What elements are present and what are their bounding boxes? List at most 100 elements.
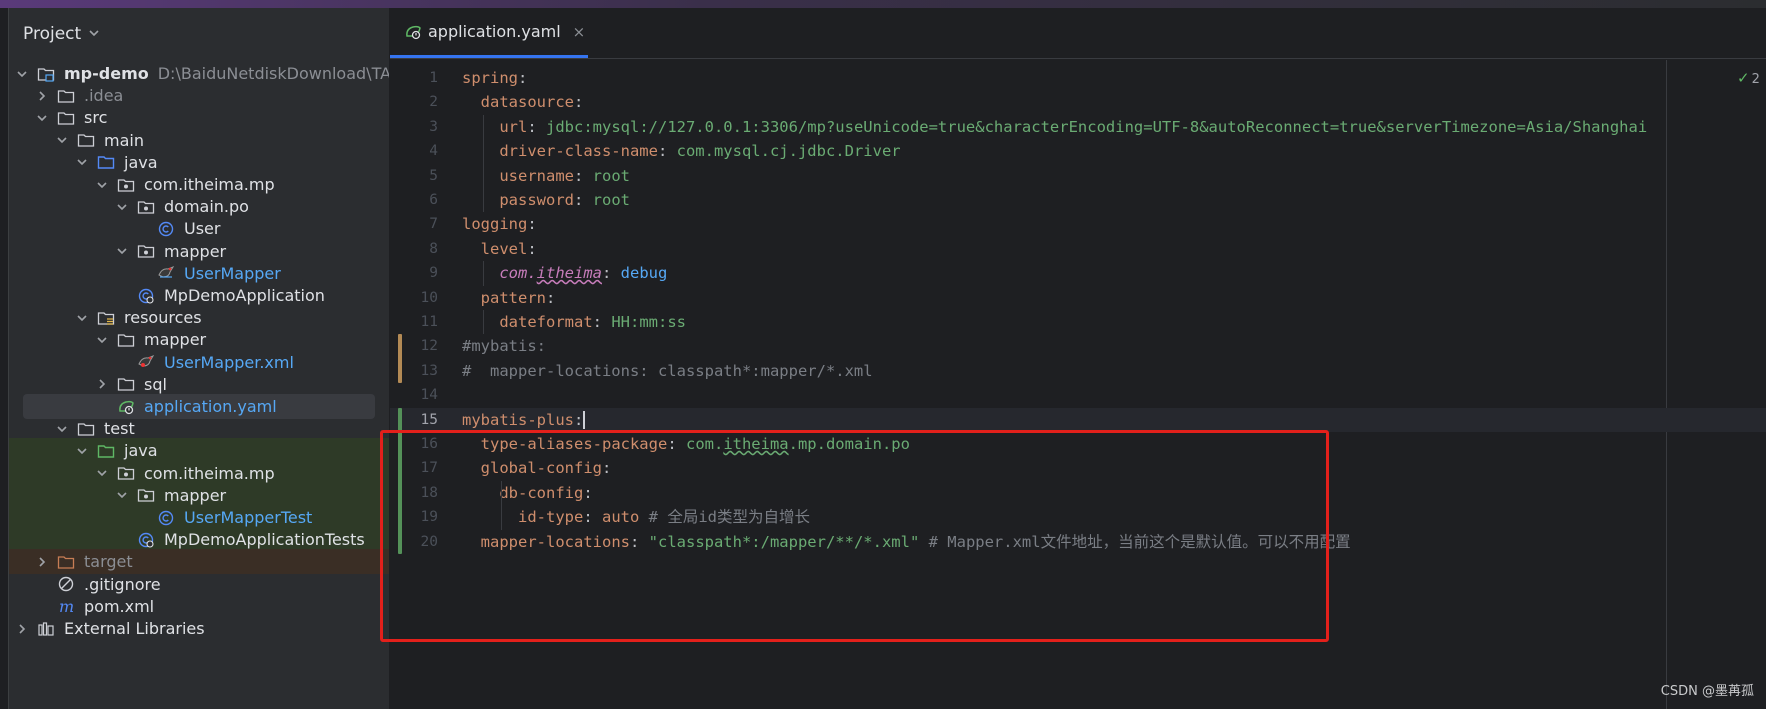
folder-icon [77, 132, 95, 148]
code-token: root [592, 166, 630, 185]
code-line[interactable]: level: [462, 237, 537, 261]
line-number: 5 [429, 167, 438, 184]
chevron-down-icon[interactable] [115, 244, 129, 258]
class-icon [157, 510, 175, 526]
vcs-change-marker[interactable] [398, 334, 402, 384]
chevron-right-icon[interactable] [35, 89, 49, 103]
code-token: driver-class-name [499, 142, 658, 161]
chevron-down-icon[interactable] [115, 200, 129, 214]
chevron-down-icon[interactable] [55, 133, 69, 147]
indent-guide [482, 310, 484, 335]
tree-item-label: target [84, 552, 133, 572]
code-token: level [480, 239, 528, 258]
tree-item-label: java [124, 441, 158, 461]
maven-icon: m [57, 598, 75, 614]
tree-item[interactable]: External Libraries [9, 616, 389, 641]
tree-item-label: mapper [164, 485, 227, 505]
code-token: datasource [480, 93, 574, 112]
line-number: 10 [420, 289, 438, 306]
chevron-down-icon[interactable] [75, 444, 89, 458]
highlight-box [380, 430, 1329, 642]
tree-item-label: MpDemoApplication [164, 286, 325, 305]
code-line[interactable]: mybatis-plus: [462, 408, 586, 432]
package-icon [117, 177, 135, 193]
spring-class-icon [137, 288, 155, 304]
tree-item-label: mapper [164, 241, 227, 261]
chevron-right-icon[interactable] [95, 377, 109, 391]
chevron-down-icon[interactable] [89, 27, 99, 41]
code-line[interactable]: # mapper-locations: classpath*:mapper/*.… [462, 359, 873, 383]
package-icon [137, 199, 155, 215]
chevron-down-icon[interactable] [15, 67, 29, 81]
chevron-down-icon[interactable] [55, 422, 69, 436]
code-line[interactable]: #mybatis: [462, 334, 546, 358]
source-folder-icon [97, 154, 115, 170]
code-token: root [592, 191, 630, 209]
mybatis-xml-icon [137, 354, 155, 370]
code-token: url [499, 117, 528, 136]
tree-item[interactable]: mp-demo D:\BaiduNetdiskDownload\TAG [9, 61, 389, 86]
tree-item-label: External Libraries [64, 619, 205, 638]
chevron-right-icon[interactable] [35, 555, 49, 569]
code-line[interactable]: dateformat: HH:mm:ss [462, 310, 686, 334]
chevron-down-icon[interactable] [35, 111, 49, 125]
package-icon [137, 487, 155, 503]
code-line[interactable]: datasource: [462, 90, 584, 114]
code-token: : [573, 166, 593, 185]
code-token: : [574, 93, 584, 112]
tree-item-label: UserMapper [184, 263, 281, 283]
code-line[interactable]: pattern: [462, 286, 556, 310]
tree-item-label: UserMapper.xml [164, 352, 294, 372]
package-icon [117, 465, 135, 481]
code-token: : [573, 191, 593, 209]
chevron-down-icon[interactable] [75, 155, 89, 169]
chevron-down-icon[interactable] [95, 178, 109, 192]
code-line[interactable]: username: root [462, 164, 630, 188]
line-number: 1 [429, 70, 438, 86]
folder-icon [117, 332, 135, 348]
text-caret [583, 411, 586, 430]
folder-icon [77, 421, 95, 437]
code-line[interactable]: logging: [462, 212, 537, 236]
chevron-down-icon[interactable] [95, 466, 109, 480]
chevron-right-icon[interactable] [15, 622, 29, 636]
tree-item-label: com.itheima.mp [144, 463, 275, 483]
code-token: spring [462, 69, 518, 87]
code-token: : [546, 288, 556, 307]
indent-guide [482, 114, 484, 213]
tree-item-label: resources [124, 308, 202, 328]
code-token: password [499, 191, 574, 209]
tree-item-label: com.itheima.mp [144, 175, 275, 194]
class-icon [157, 221, 175, 237]
code-token: debug [620, 264, 668, 283]
line-number: 8 [429, 240, 438, 257]
project-root-path: D:\BaiduNetdiskDownload\TAG [157, 64, 389, 83]
code-token: username [499, 166, 574, 185]
chevron-down-icon[interactable] [75, 311, 89, 325]
code-line[interactable]: driver-class-name: com.mysql.cj.jdbc.Dri… [462, 139, 900, 163]
code-line[interactable]: spring: [462, 66, 527, 90]
code-line[interactable]: url: jdbc:mysql://127.0.0.1:3306/mp?useU… [462, 115, 1647, 139]
spring-yaml-icon [117, 399, 135, 415]
tool-window-strip[interactable] [0, 8, 9, 709]
tree-item-label: pom.xml [84, 596, 155, 616]
tree-item[interactable]: MpDemoApplicationTests [9, 527, 389, 553]
code-line[interactable]: com.itheima: debug [462, 261, 667, 285]
chevron-down-icon[interactable] [115, 488, 129, 502]
code-line[interactable]: password: root [462, 188, 630, 212]
excluded-folder-icon [57, 554, 75, 570]
line-number: 3 [429, 118, 438, 135]
code-token: : [592, 313, 612, 331]
resources-folder-icon [97, 310, 115, 326]
code-token: itheima [536, 264, 602, 283]
code-token: #mybatis: [462, 337, 546, 356]
watermark: CSDN @墨苒孤 [1660, 684, 1754, 699]
code-token: pattern [480, 288, 546, 307]
tree-item-label: mapper [144, 330, 207, 350]
chevron-down-icon[interactable] [95, 333, 109, 347]
tree-item-label: sql [144, 374, 167, 394]
project-panel-header[interactable]: Project [9, 8, 389, 60]
